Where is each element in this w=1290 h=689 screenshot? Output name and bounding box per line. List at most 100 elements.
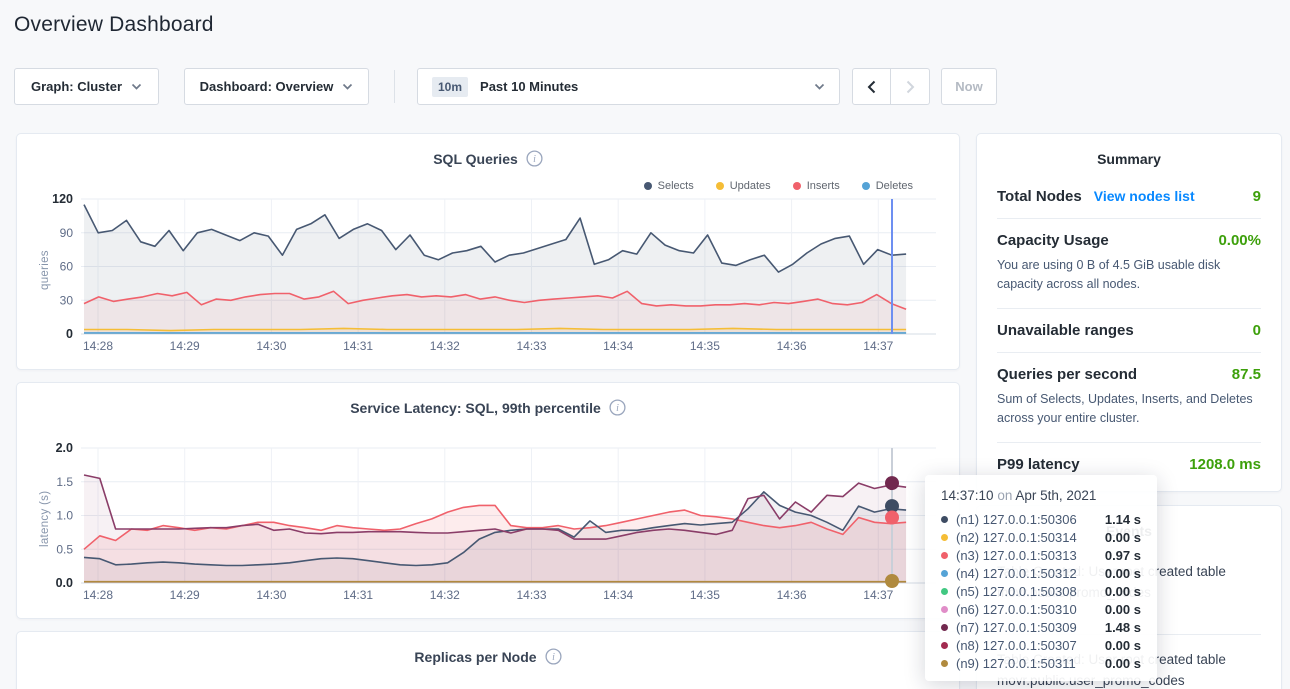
svg-text:14:30: 14:30 — [256, 588, 286, 602]
svg-text:14:35: 14:35 — [690, 588, 720, 602]
time-range-dropdown[interactable]: 10m Past 10 Minutes — [417, 68, 840, 105]
time-nav-group — [852, 68, 930, 105]
svg-text:14:33: 14:33 — [516, 339, 546, 353]
svg-text:i: i — [533, 154, 536, 165]
tooltip-node-value: 0.00 s — [1105, 530, 1141, 545]
svg-text:14:30: 14:30 — [256, 339, 286, 353]
tooltip-timestamp: 14:37:10 on Apr 5th, 2021 — [941, 488, 1141, 503]
series-color-dot — [862, 182, 870, 190]
tooltip-node-value: 0.97 s — [1105, 548, 1141, 563]
tooltip-node-value: 0.00 s — [1105, 656, 1141, 671]
replicas-chart-card: Replicas per Node i — [16, 631, 960, 689]
tooltip-date: Apr 5th, 2021 — [1015, 488, 1096, 503]
svg-text:14:36: 14:36 — [777, 588, 807, 602]
svg-text:0.5: 0.5 — [56, 542, 73, 556]
svg-text:60: 60 — [60, 260, 74, 274]
summary-label: P99 latency — [997, 456, 1080, 473]
svg-text:1.5: 1.5 — [56, 475, 73, 489]
tooltip-node-value: 1.48 s — [1105, 620, 1141, 635]
svg-text:14:33: 14:33 — [516, 588, 546, 602]
svg-text:14:28: 14:28 — [83, 339, 113, 353]
summary-description: You are using 0 B of 4.5 GiB usable disk… — [997, 256, 1261, 295]
svg-text:14:31: 14:31 — [343, 588, 373, 602]
svg-text:14:28: 14:28 — [83, 588, 113, 602]
tooltip-node-value: 0.00 s — [1105, 602, 1141, 617]
summary-row-capacity: Capacity Usage 0.00% You are using 0 B o… — [997, 219, 1261, 309]
tooltip-node-value: 0.00 s — [1105, 584, 1141, 599]
tooltip-node-label: (n3) 127.0.0.1:50313 — [956, 548, 1105, 563]
legend-item-updates[interactable]: Updates — [716, 180, 771, 192]
legend-label: Selects — [658, 180, 694, 192]
tooltip-node-label: (n6) 127.0.0.1:50310 — [956, 602, 1105, 617]
chart-title: Replicas per Node — [414, 649, 536, 665]
tooltip-node-label: (n1) 127.0.0.1:50306 — [956, 512, 1105, 527]
series-color-dot — [941, 660, 948, 667]
svg-text:i: i — [552, 652, 555, 663]
next-time-button[interactable] — [891, 68, 930, 105]
svg-text:14:29: 14:29 — [170, 339, 200, 353]
tooltip-node-row: (n1) 127.0.0.1:503061.14 s — [941, 510, 1141, 528]
latency-chart[interactable]: 14:2814:2914:3014:3114:3214:3314:3414:35… — [33, 441, 943, 606]
arrow-left-icon — [867, 80, 876, 94]
legend-item-inserts[interactable]: Inserts — [793, 180, 840, 192]
sql-queries-chart[interactable]: 14:2814:2914:3014:3114:3214:3314:3414:35… — [33, 192, 943, 357]
tooltip-time: 14:37:10 — [941, 488, 994, 503]
legend-item-selects[interactable]: Selects — [644, 180, 694, 192]
graph-selector-dropdown[interactable]: Graph: Cluster — [14, 68, 159, 105]
series-color-dot — [941, 552, 948, 559]
tooltip-on: on — [997, 488, 1012, 503]
legend-item-deletes[interactable]: Deletes — [862, 180, 913, 192]
summary-title: Summary — [997, 151, 1261, 167]
summary-label: Unavailable ranges — [997, 322, 1134, 339]
series-color-dot — [644, 182, 652, 190]
svg-text:i: i — [616, 403, 619, 414]
legend-label: Updates — [730, 180, 771, 192]
previous-time-button[interactable] — [852, 68, 891, 105]
legend-label: Inserts — [807, 180, 840, 192]
dashboard-selector-label: Dashboard: Overview — [200, 79, 334, 94]
series-color-dot — [793, 182, 801, 190]
svg-text:120: 120 — [52, 192, 73, 206]
tooltip-node-row: (n8) 127.0.0.1:503070.00 s — [941, 636, 1141, 654]
graph-selector-label: Graph: Cluster — [31, 79, 122, 94]
dashboard-selector-dropdown[interactable]: Dashboard: Overview — [184, 68, 369, 105]
tooltip-node-row: (n2) 127.0.0.1:503140.00 s — [941, 528, 1141, 546]
chevron-down-icon — [342, 83, 353, 90]
svg-text:14:32: 14:32 — [430, 339, 460, 353]
arrow-right-icon — [906, 80, 915, 94]
view-nodes-list-link[interactable]: View nodes list — [1094, 188, 1195, 204]
series-color-dot — [941, 642, 948, 649]
summary-value: 9 — [1253, 188, 1261, 205]
chevron-down-icon — [814, 83, 825, 90]
tooltip-node-label: (n5) 127.0.0.1:50308 — [956, 584, 1105, 599]
summary-row-qps: Queries per second 87.5 Sum of Selects, … — [997, 353, 1261, 443]
tooltip-node-value: 0.00 s — [1105, 638, 1141, 653]
summary-label: Total Nodes — [997, 188, 1082, 205]
now-button[interactable]: Now — [941, 68, 997, 105]
time-range-label: Past 10 Minutes — [480, 79, 802, 94]
info-icon[interactable]: i — [545, 648, 562, 665]
tooltip-node-label: (n4) 127.0.0.1:50312 — [956, 566, 1105, 581]
summary-label: Queries per second — [997, 366, 1137, 383]
svg-text:14:36: 14:36 — [777, 339, 807, 353]
svg-text:0: 0 — [66, 327, 73, 341]
svg-text:1.0: 1.0 — [56, 509, 73, 523]
series-color-dot — [716, 182, 724, 190]
series-color-dot — [941, 516, 948, 523]
svg-text:14:37: 14:37 — [863, 588, 893, 602]
controls-divider — [394, 70, 395, 103]
tooltip-node-value: 1.14 s — [1105, 512, 1141, 527]
svg-text:14:37: 14:37 — [863, 339, 893, 353]
summary-description: Sum of Selects, Updates, Inserts, and De… — [997, 390, 1261, 429]
chart-title: Service Latency: SQL, 99th percentile — [350, 400, 601, 416]
info-icon[interactable]: i — [609, 399, 626, 416]
svg-text:14:34: 14:34 — [603, 588, 633, 602]
summary-panel: Summary Total Nodes View nodes list 9 Ca… — [976, 133, 1282, 492]
chart-title: SQL Queries — [433, 151, 518, 167]
series-color-dot — [941, 588, 948, 595]
legend-label: Deletes — [876, 180, 913, 192]
tooltip-node-label: (n8) 127.0.0.1:50307 — [956, 638, 1105, 653]
summary-row-total-nodes: Total Nodes View nodes list 9 — [997, 175, 1261, 219]
svg-text:14:31: 14:31 — [343, 339, 373, 353]
info-icon[interactable]: i — [526, 150, 543, 167]
